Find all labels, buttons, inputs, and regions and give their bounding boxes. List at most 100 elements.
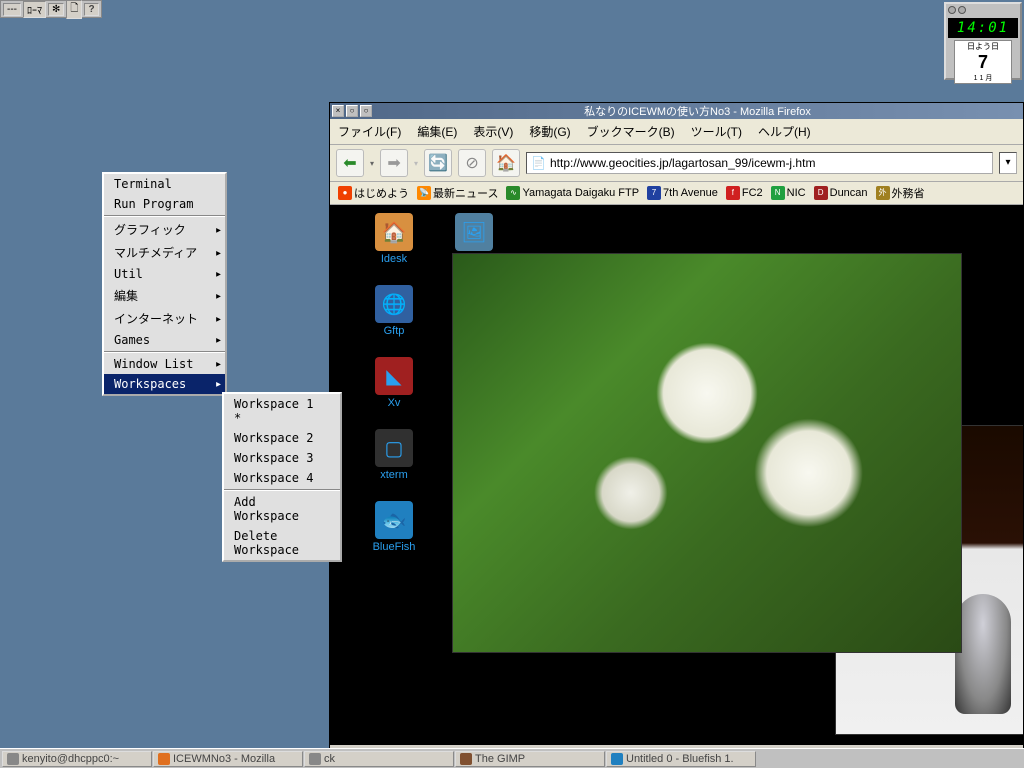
reload-button[interactable]: 🔄 [424,149,452,177]
clock-button[interactable] [958,6,966,14]
top-pager-bar: --- ﾛｰﾏ ✻ 🗋 ? [0,0,102,18]
bookmark-label: 外務省 [892,185,925,201]
workspace-1[interactable]: Workspace 1 * [224,394,340,428]
menu-view[interactable]: 表示(V) [473,123,513,140]
desktop-icon-xterm[interactable]: ▢xterm [366,429,422,481]
menu-file[interactable]: ファイル(F) [338,123,401,140]
bookmark-label: FC2 [742,187,763,199]
menu-graphics[interactable]: グラフィック [104,218,225,241]
task-terminal[interactable]: kenyito@dhcppc0:~ [2,751,152,767]
help-icon[interactable]: ? [84,3,98,16]
url-text: http://www.geocities.jp/lagartosan_99/ic… [550,156,815,170]
task-gimp[interactable]: The GIMP [455,751,605,767]
icon-label: xterm [366,469,422,481]
desktop-icon-xv[interactable]: ◣Xv [366,357,422,409]
workspace-3[interactable]: Workspace 3 [224,448,340,468]
desktop-icon-bluefish[interactable]: 🐟BlueFish [366,501,422,553]
add-workspace[interactable]: Add Workspace [224,492,340,526]
pager-item[interactable]: 🗋 [66,0,82,19]
task-label: kenyito@dhcppc0:~ [22,753,119,765]
back-button[interactable]: ⬅ [336,149,364,177]
link-icon: 7 [647,186,661,200]
bookmark-label: 最新ニュース [433,185,498,201]
bookmark-nic[interactable]: NNIC [769,185,808,201]
clock-calendar: 日よう日 7 1 1 月 [954,40,1012,84]
window-title: 私なりのICEWMの使い方No3 - Mozilla Firefox [374,103,1021,119]
clock-day: 7 [955,52,1011,73]
firefox-titlebar[interactable]: × ○ ○ 私なりのICEWMの使い方No3 - Mozilla Firefox [330,103,1023,119]
bottom-taskbar: kenyito@dhcppc0:~ ICEWMNo3 - Mozilla ck … [0,748,1024,768]
url-dropdown-icon[interactable]: ▾ [999,152,1017,174]
clock-time: 14:01 [948,18,1018,38]
forward-dropdown-icon[interactable]: ▾ [414,159,418,168]
menu-help[interactable]: ヘルプ(H) [758,123,811,140]
bookmark-hajimeyou[interactable]: ●はじめよう [336,184,411,202]
bookmark-duncan[interactable]: DDuncan [812,185,870,201]
terminal-icon [7,753,19,765]
bookmark-news[interactable]: 📡最新ニュース [415,184,500,202]
desktop-clock[interactable]: 14:01 日よう日 7 1 1 月 [944,2,1022,80]
menu-terminal[interactable]: Terminal [104,174,225,194]
firefox-menubar: ファイル(F) 編集(E) 表示(V) 移動(G) ブックマーク(B) ツール(… [330,119,1023,145]
link-icon: ∿ [506,186,520,200]
task-bluefish[interactable]: Untitled 0 - Bluefish 1. [606,751,756,767]
gimp-icon [460,753,472,765]
bookmark-7th[interactable]: 77th Avenue [645,185,720,201]
menu-util[interactable]: Util [104,264,225,284]
back-dropdown-icon[interactable]: ▾ [370,159,374,168]
workspace-2[interactable]: Workspace 2 [224,428,340,448]
bookmark-label: Duncan [830,187,868,199]
menu-editor[interactable]: 編集 [104,284,225,307]
window-close-icon[interactable]: × [332,105,344,117]
icon-label: Idesk [366,253,422,265]
menu-games[interactable]: Games [104,330,225,350]
desktop-icon-idesk[interactable]: 🏠 Idesk [366,213,422,265]
bookmark-label: はじめよう [354,185,409,201]
gqview-icon: 🖼 [455,213,493,251]
bookmark-label: 7th Avenue [663,187,718,199]
bookmark-label: Yamagata Daigaku FTP [522,187,639,199]
page-icon: 📄 [531,156,546,170]
window-min-icon[interactable]: ○ [360,105,372,117]
tube-graphic [955,594,1011,714]
task-label: The GIMP [475,753,525,765]
menu-bookmarks[interactable]: ブックマーク(B) [587,123,675,140]
pager-item[interactable]: --- [3,3,21,16]
forward-button[interactable]: ➡ [380,149,408,177]
task-label: Untitled 0 - Bluefish 1. [626,753,734,765]
pager-item[interactable]: ✻ [48,3,64,16]
menu-edit[interactable]: 編集(E) [417,123,457,140]
icon-label: Gftp [366,325,422,337]
pager-item[interactable]: ﾛｰﾏ [23,1,46,18]
menu-internet[interactable]: インターネット [104,307,225,330]
stop-button[interactable]: ⊘ [458,149,486,177]
menu-run-program[interactable]: Run Program [104,194,225,214]
idesk-icon: 🏠 [375,213,413,251]
bookmark-label: NIC [787,187,806,199]
clock-button[interactable] [948,6,956,14]
link-icon: D [814,186,828,200]
xv-icon: ◣ [375,357,413,395]
home-button[interactable]: 🏠 [492,149,520,177]
menu-multimedia[interactable]: マルチメディア [104,241,225,264]
bookmark-gaimusho[interactable]: 外外務省 [874,184,927,202]
workspace-4[interactable]: Workspace 4 [224,468,340,488]
clock-weekday: 日よう日 [955,41,1011,52]
menu-tools[interactable]: ツール(T) [691,123,742,140]
task-firefox[interactable]: ICEWMNo3 - Mozilla [153,751,303,767]
firefox-content: 🏠Idesk🌐Gftp◣Xv▢xterm🐟BlueFish🖼Gqview✉syl… [330,205,1023,745]
desktop-icon-gftp[interactable]: 🌐Gftp [366,285,422,337]
task-label: ck [324,753,335,765]
menu-workspaces[interactable]: Workspaces [104,374,225,394]
url-bar[interactable]: 📄 http://www.geocities.jp/lagartosan_99/… [526,152,993,174]
menu-separator [104,351,225,353]
task-ck[interactable]: ck [304,751,454,767]
bookmark-yamagata[interactable]: ∿Yamagata Daigaku FTP [504,185,641,201]
bookmark-fc2[interactable]: fFC2 [724,185,765,201]
link-icon: N [771,186,785,200]
menu-window-list[interactable]: Window List [104,354,225,374]
window-max-icon[interactable]: ○ [346,105,358,117]
delete-workspace[interactable]: Delete Workspace [224,526,340,560]
menu-separator [104,215,225,217]
menu-go[interactable]: 移動(G) [529,123,570,140]
